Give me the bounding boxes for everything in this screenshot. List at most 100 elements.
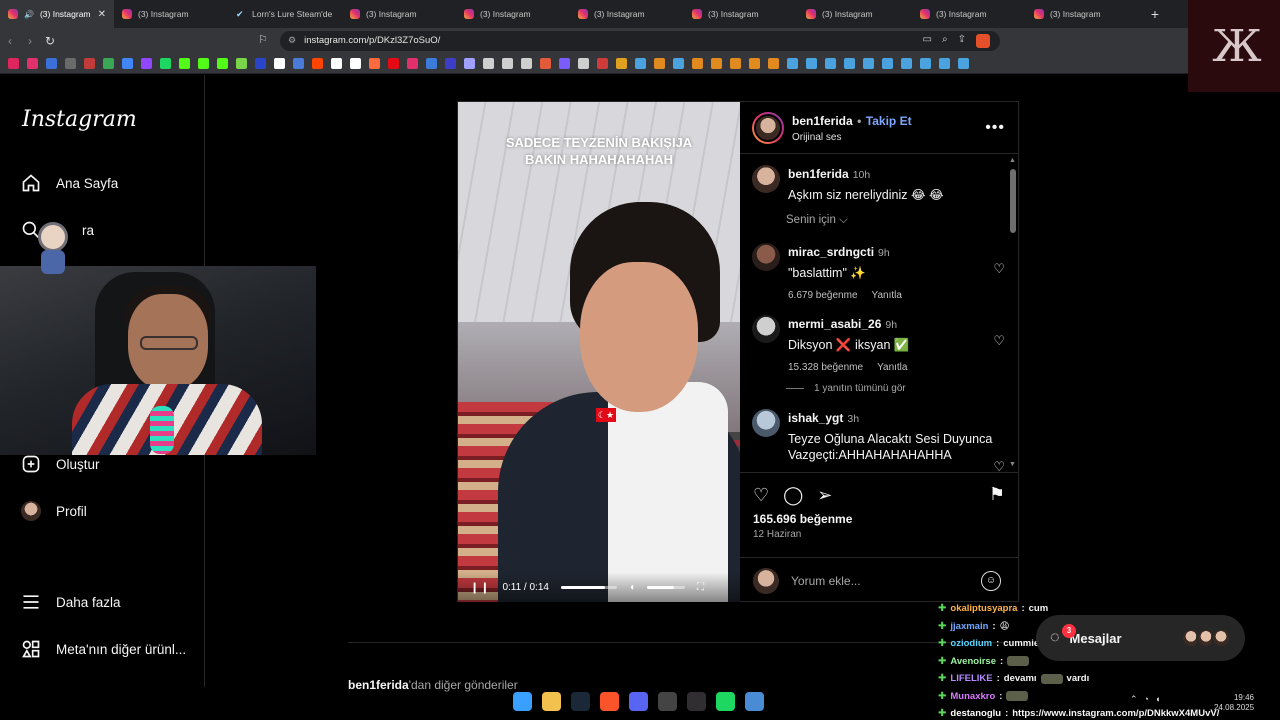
audio-label[interactable]: Orijinal ses xyxy=(792,132,912,143)
bookmark-icon[interactable] xyxy=(217,57,228,69)
comments-scrollbar[interactable]: ▲ ▼ xyxy=(1009,157,1016,469)
bookmark-icon[interactable] xyxy=(578,57,589,69)
author-username[interactable]: ben1ferida xyxy=(792,114,853,128)
instagram-logo[interactable]: Instagram xyxy=(22,107,137,132)
bookmark-icon[interactable] xyxy=(806,57,817,69)
author-avatar[interactable] xyxy=(752,111,784,144)
bookmark-icon[interactable] xyxy=(350,57,361,69)
more-posts-user[interactable]: ben1ferida xyxy=(348,678,409,692)
more-options-icon[interactable]: ••• xyxy=(985,119,1005,137)
site-info-icon[interactable]: ⚙ xyxy=(288,35,296,46)
chat-username[interactable]: jjaxmain xyxy=(950,618,988,636)
url-text[interactable]: instagram.com/p/DKzl3Z7oSuO/ xyxy=(304,35,440,46)
share-icon[interactable]: ➢ xyxy=(817,485,832,506)
bookmark-icon[interactable] xyxy=(654,57,665,69)
comment-sort-dropdown[interactable]: Senin için ⌵ xyxy=(786,214,848,227)
brave-icon[interactable] xyxy=(600,692,619,711)
chat-username[interactable]: Avenoirse xyxy=(950,653,996,671)
sidebar-item-profile[interactable]: Profil xyxy=(20,500,87,522)
bookmark-icon[interactable] xyxy=(8,57,19,69)
browser-tab[interactable]: (3) Instagram xyxy=(1026,0,1140,28)
browser-tab[interactable]: (3) Instagram xyxy=(342,0,456,28)
bookmark-icon[interactable] xyxy=(635,57,646,69)
video-progress-bar[interactable] xyxy=(560,585,617,589)
windows-icon[interactable] xyxy=(513,692,532,711)
discord-icon[interactable] xyxy=(629,692,648,711)
bookmark-icon[interactable] xyxy=(388,57,399,69)
audio-playing-icon[interactable]: 🔊 xyxy=(24,10,34,19)
reload-icon[interactable]: ↻ xyxy=(40,34,60,48)
bookmark-icon[interactable] xyxy=(901,57,912,69)
bookmark-icon[interactable] xyxy=(293,57,304,69)
chat-username[interactable]: oziodium xyxy=(950,635,992,653)
bookmark-icon[interactable] xyxy=(464,57,475,69)
browser-tab[interactable]: (3) Instagram xyxy=(798,0,912,28)
comment-icon[interactable]: ◯ xyxy=(783,485,803,506)
bookmark-icon[interactable] xyxy=(141,57,152,69)
sidebar-item-home[interactable]: Ana Sayfa xyxy=(20,172,118,194)
brave-shield-icon[interactable] xyxy=(976,33,990,48)
bookmark-icon[interactable] xyxy=(369,57,380,69)
bookmark-icon[interactable] xyxy=(255,57,266,69)
steam-icon[interactable] xyxy=(571,692,590,711)
avatar[interactable] xyxy=(752,165,780,193)
bookmark-icon[interactable] xyxy=(236,57,247,69)
app2-icon[interactable] xyxy=(745,692,764,711)
browser-tab[interactable]: (3) Instagram xyxy=(912,0,1026,28)
bookmark-icon[interactable] xyxy=(787,57,798,69)
messages-button[interactable]: ◌ 3 Mesajlar xyxy=(1036,615,1245,661)
app-icon[interactable] xyxy=(658,692,677,711)
volume-icon[interactable]: ◖ xyxy=(629,582,635,593)
comment-username[interactable]: ben1ferida xyxy=(788,167,849,181)
bookmark-icon[interactable] xyxy=(673,57,684,69)
comment-username[interactable]: mermi_asabi_26 xyxy=(788,317,881,331)
like-count[interactable]: 165.696 beğenme xyxy=(753,512,852,526)
bookmark-icon[interactable] xyxy=(122,57,133,69)
bookmark-icon[interactable] xyxy=(616,57,627,69)
bookmark-icon[interactable] xyxy=(863,57,874,69)
bookmark-icon[interactable] xyxy=(749,57,760,69)
browser-tab[interactable]: (3) Instagram xyxy=(456,0,570,28)
bookmark-icon[interactable] xyxy=(730,57,741,69)
scroll-down-icon[interactable]: ▼ xyxy=(1009,461,1016,468)
bookmark-icon[interactable] xyxy=(46,57,57,69)
comment-likes[interactable]: 15.328 beğenme xyxy=(788,362,863,373)
bookmark-icon[interactable] xyxy=(521,57,532,69)
heart-icon[interactable]: ♡ xyxy=(993,333,1005,349)
browser-tab[interactable]: ✔ Lorn's Lure Steam'de xyxy=(228,0,342,28)
bookmark-icon[interactable] xyxy=(483,57,494,69)
bookmark-icon[interactable] xyxy=(426,57,437,69)
url-bar[interactable]: ⚙ instagram.com/p/DKzl3Z7oSuO/ ▭ ⌕ ⇪ xyxy=(280,30,1000,51)
tray-icon[interactable]: ⌃ xyxy=(1130,694,1138,705)
share-icon[interactable]: ⇪ xyxy=(958,34,966,48)
file-explorer-icon[interactable] xyxy=(542,692,561,711)
bookmark-page-icon[interactable]: ⚐ xyxy=(258,33,268,46)
browser-tab[interactable]: (3) Instagram xyxy=(114,0,228,28)
chat-username[interactable]: LIFELIKE xyxy=(950,670,992,688)
bookmark-icon[interactable] xyxy=(711,57,722,69)
bookmark-icon[interactable] xyxy=(920,57,931,69)
bookmark-icon[interactable] xyxy=(312,57,323,69)
avatar[interactable] xyxy=(752,243,780,271)
browser-tab[interactable]: (3) Instagram xyxy=(684,0,798,28)
bookmark-icon[interactable] xyxy=(939,57,950,69)
bookmark-icon[interactable] xyxy=(445,57,456,69)
volume-slider[interactable] xyxy=(647,585,686,589)
chat-username[interactable]: okaliptusyapra xyxy=(950,600,1017,618)
bookmark-icon[interactable] xyxy=(103,57,114,69)
bookmark-icon[interactable] xyxy=(274,57,285,69)
bookmark-icon[interactable] xyxy=(540,57,551,69)
heart-icon[interactable]: ♡ xyxy=(993,261,1005,277)
forward-icon[interactable]: › xyxy=(20,34,40,48)
browser-tab[interactable]: (3) Instagram xyxy=(570,0,684,28)
fullscreen-icon[interactable]: ⛶ xyxy=(697,582,704,593)
bookmark-icon[interactable] xyxy=(65,57,76,69)
sidebar-item-more[interactable]: Daha fazla xyxy=(20,591,121,613)
close-tab-icon[interactable]: ✕ xyxy=(98,9,106,20)
bookmark-icon[interactable] xyxy=(331,57,342,69)
zoom-icon[interactable]: ⌕ xyxy=(942,34,948,48)
clock[interactable]: 19:46 24.08.2025 xyxy=(1214,693,1254,713)
heart-icon[interactable]: ♡ xyxy=(993,459,1005,471)
chat-username[interactable]: Munaxkro xyxy=(950,688,995,706)
spotify-icon[interactable] xyxy=(716,692,735,711)
